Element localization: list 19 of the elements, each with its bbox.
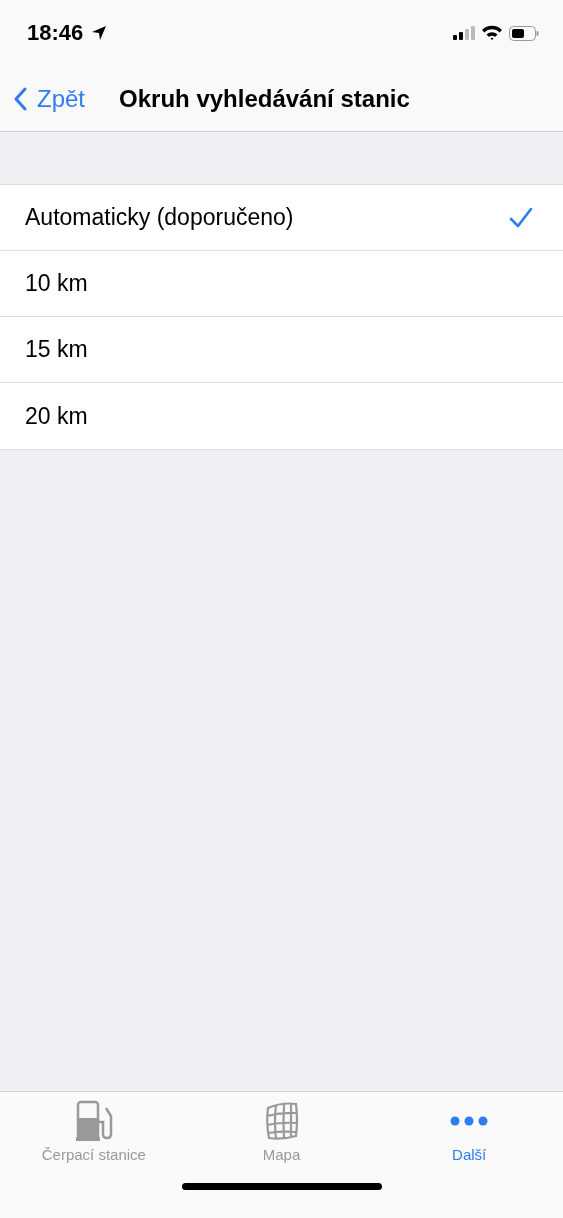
option-row[interactable]: 20 km [0,383,563,449]
screen-title: Okruh vyhledávání stanic [119,84,410,113]
back-button[interactable]: Zpět [13,84,86,113]
wifi-icon [481,25,503,41]
battery-icon [509,25,539,41]
status-time: 18:46 [27,20,84,46]
signal-icon [453,26,475,40]
option-label: 20 km [25,402,88,430]
tab-bar-item[interactable]: Další [375,1100,563,1163]
option-row[interactable]: Automaticky (doporučeno) [0,185,563,251]
chevron-left-icon [13,86,27,111]
option-row[interactable]: 10 km [0,251,563,317]
option-row[interactable]: 15 km [0,317,563,383]
fuel-pump-icon [74,1100,113,1142]
option-label: 15 km [25,336,88,363]
location-arrow-icon [91,25,108,41]
option-label: 10 km [25,270,88,297]
option-label: Automaticky (doporučeno) [25,204,294,231]
more-icon [450,1116,489,1126]
